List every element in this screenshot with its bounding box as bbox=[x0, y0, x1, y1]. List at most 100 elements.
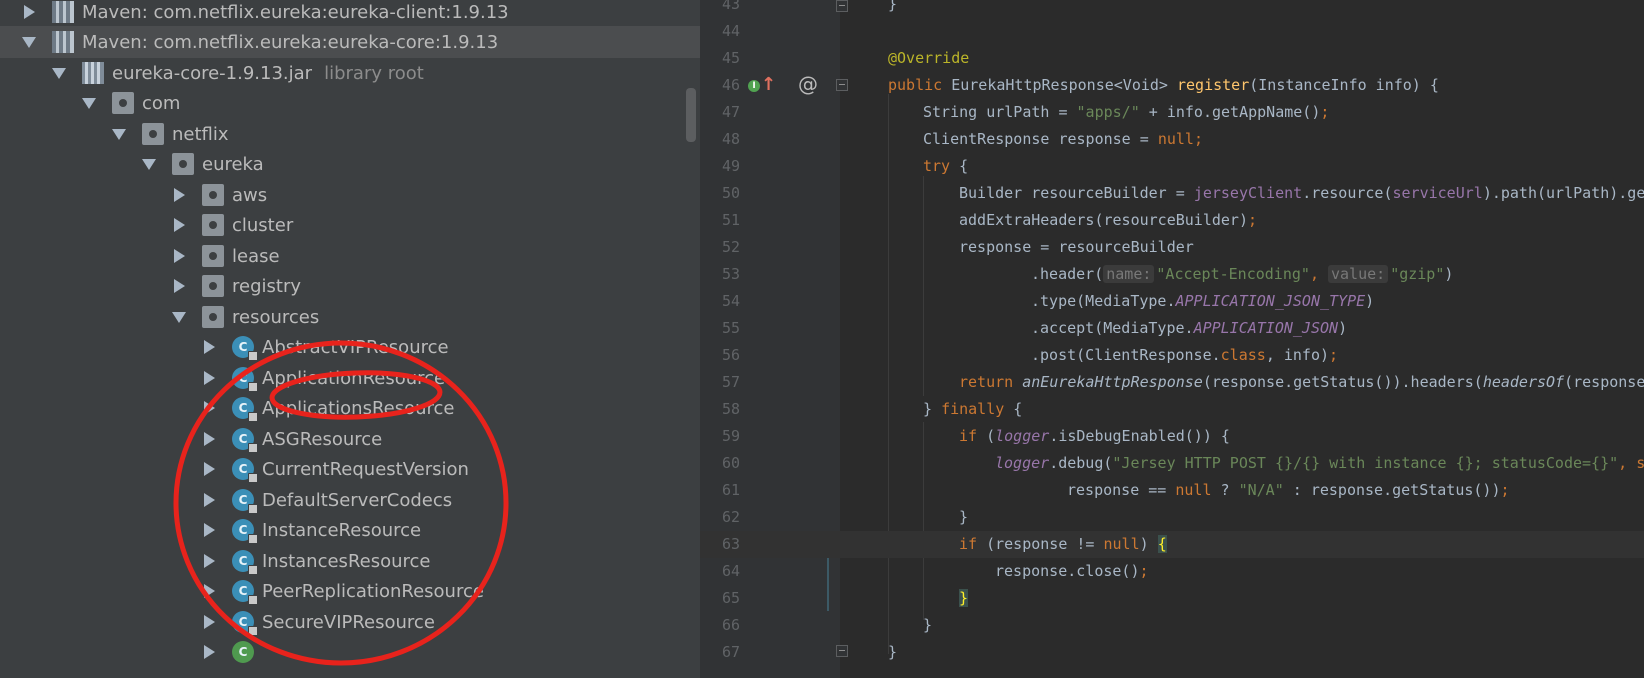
code-token: logger bbox=[995, 427, 1050, 445]
tree-scrollbar[interactable] bbox=[686, 88, 696, 142]
tree-item-class[interactable]: C CurrentRequestVersion bbox=[0, 453, 700, 485]
tree-item-label: PeerReplicationResource bbox=[262, 580, 484, 602]
tree-item-class[interactable]: C ApplicationResource bbox=[0, 362, 700, 394]
expand-arrow-icon[interactable] bbox=[172, 218, 186, 232]
code-line: 58 } finally { bbox=[700, 396, 1644, 423]
code-line: 50 Builder resourceBuilder = jerseyClien… bbox=[700, 180, 1644, 207]
code-line: 49 try { bbox=[700, 153, 1644, 180]
line-number: 49 bbox=[721, 157, 740, 175]
tree-item-cluster[interactable]: cluster bbox=[0, 209, 700, 241]
expand-arrow-icon[interactable] bbox=[202, 645, 216, 659]
expand-arrow-icon[interactable] bbox=[202, 493, 216, 507]
code-token: register bbox=[1177, 76, 1250, 94]
code-line: 59 if (logger.isDebugEnabled()) { bbox=[700, 423, 1644, 450]
tree-item-registry[interactable]: registry bbox=[0, 270, 700, 302]
tree-item-eureka-core-lib[interactable]: Maven: com.netflix.eureka:eureka-core:1.… bbox=[0, 26, 700, 58]
code-text: .header(name: "Accept-Encoding", value: "g… bbox=[1031, 261, 1453, 288]
tree-item-class[interactable]: C PeerReplicationResource bbox=[0, 575, 700, 607]
tree-item-resources[interactable]: resources bbox=[0, 301, 700, 333]
expand-arrow-icon[interactable] bbox=[202, 401, 216, 415]
tree-item-class[interactable]: C SecureVIPResource bbox=[0, 606, 700, 638]
class-icon: C bbox=[232, 611, 258, 636]
lock-icon bbox=[248, 443, 258, 453]
tree-item-label: DefaultServerCodecs bbox=[262, 489, 453, 511]
code-line: 62 } bbox=[700, 504, 1644, 531]
tree-item-class[interactable]: C InstanceResource bbox=[0, 514, 700, 546]
code-token: EurekaHttpResponse<Void> bbox=[951, 76, 1168, 94]
project-tree-panel: Maven: com.netflix.eureka:eureka-client:… bbox=[0, 0, 700, 678]
expand-arrow-icon[interactable] bbox=[202, 584, 216, 598]
collapse-arrow-icon[interactable] bbox=[112, 127, 126, 141]
code-line: 53 .header(name: "Accept-Encoding", value… bbox=[700, 261, 1644, 288]
expand-arrow-icon[interactable] bbox=[202, 371, 216, 385]
package-icon bbox=[172, 153, 194, 175]
code-token: null bbox=[1175, 481, 1212, 499]
package-icon bbox=[142, 123, 164, 145]
lock-icon bbox=[248, 351, 258, 361]
code-token: .debug( bbox=[1049, 454, 1113, 472]
expand-arrow-icon[interactable] bbox=[22, 5, 36, 19]
expand-arrow-icon[interactable] bbox=[172, 249, 186, 263]
code-line: 66 } bbox=[700, 612, 1644, 639]
expand-arrow-icon[interactable] bbox=[202, 615, 216, 629]
code-editor[interactable]: I ↑ @ 43 } 44 45 @Override 46 public Eur… bbox=[700, 0, 1644, 678]
code-line: 43 } bbox=[700, 0, 1644, 18]
code-token: } bbox=[923, 616, 933, 634]
tree-item-eureka-client-lib[interactable]: Maven: com.netflix.eureka:eureka-client:… bbox=[0, 0, 700, 28]
code-token: headersOf bbox=[1482, 373, 1565, 391]
code-token: try bbox=[923, 157, 951, 175]
line-number: 51 bbox=[721, 211, 740, 229]
code-line-current: 63 if (response != null) { bbox=[700, 531, 1644, 558]
collapse-arrow-icon[interactable] bbox=[22, 35, 36, 49]
code-text: .type(MediaType.APPLICATION_JSON_TYPE) bbox=[1031, 288, 1374, 315]
expand-arrow-icon[interactable] bbox=[172, 279, 186, 293]
code-line: 44 bbox=[700, 18, 1644, 45]
line-number: 48 bbox=[721, 130, 740, 148]
expand-arrow-icon[interactable] bbox=[202, 523, 216, 537]
code-text: String urlPath = "apps/" + info.getAppNa… bbox=[923, 99, 1329, 126]
lock-icon bbox=[248, 626, 258, 636]
line-number: 52 bbox=[721, 238, 740, 256]
code-token: ; bbox=[1329, 346, 1339, 364]
code-token: "gzip" bbox=[1390, 265, 1445, 283]
code-token: .resource( bbox=[1302, 184, 1393, 202]
code-token: .post(ClientResponse. bbox=[1031, 346, 1221, 364]
collapse-arrow-icon[interactable] bbox=[172, 310, 186, 324]
expand-arrow-icon[interactable] bbox=[202, 462, 216, 476]
tree-item-class[interactable]: C ApplicationsResource bbox=[0, 392, 700, 424]
package-icon bbox=[202, 245, 224, 267]
expand-arrow-icon[interactable] bbox=[172, 188, 186, 202]
tree-item-com[interactable]: com bbox=[0, 87, 700, 119]
code-token: , s bbox=[1618, 454, 1644, 472]
tree-item-aws[interactable]: aws bbox=[0, 179, 700, 211]
tree-item-eureka[interactable]: eureka bbox=[0, 148, 700, 180]
code-line: 57 return anEurekaHttpResponse(response.… bbox=[700, 369, 1644, 396]
code-token: { bbox=[1004, 400, 1023, 418]
code-line: 54 .type(MediaType.APPLICATION_JSON_TYPE… bbox=[700, 288, 1644, 315]
tree-item-class[interactable]: C InstancesResource bbox=[0, 545, 700, 577]
collapse-arrow-icon[interactable] bbox=[82, 96, 96, 110]
expand-arrow-icon[interactable] bbox=[202, 340, 216, 354]
tree-item-label: eureka-core-1.9.13.jar bbox=[112, 62, 313, 84]
collapse-arrow-icon[interactable] bbox=[142, 157, 156, 171]
code-token: ( bbox=[977, 427, 996, 445]
tree-item-lease[interactable]: lease bbox=[0, 240, 700, 272]
code-line: 47 String urlPath = "apps/" + info.getAp… bbox=[700, 99, 1644, 126]
tree-item-class[interactable]: C AbstractVIPResource bbox=[0, 331, 700, 363]
code-line: 56 .post(ClientResponse.class, info); bbox=[700, 342, 1644, 369]
tree-item-jar[interactable]: eureka-core-1.9.13.jar library root bbox=[0, 57, 700, 89]
code-token: } bbox=[923, 400, 942, 418]
lock-icon bbox=[248, 382, 258, 392]
line-number: 66 bbox=[721, 616, 740, 634]
collapse-arrow-icon[interactable] bbox=[52, 66, 66, 80]
expand-arrow-icon[interactable] bbox=[202, 432, 216, 446]
code-token: .type(MediaType. bbox=[1031, 292, 1176, 310]
tree-item-class[interactable]: C DefaultServerCodecs bbox=[0, 484, 700, 516]
tree-item-partial[interactable]: C bbox=[0, 636, 700, 668]
code-text: } bbox=[888, 639, 897, 666]
tree-item-netflix[interactable]: netflix bbox=[0, 118, 700, 150]
code-text: ClientResponse response = null; bbox=[923, 126, 1203, 153]
line-number: 46 bbox=[721, 76, 740, 94]
expand-arrow-icon[interactable] bbox=[202, 554, 216, 568]
tree-item-class[interactable]: C ASGResource bbox=[0, 423, 700, 455]
